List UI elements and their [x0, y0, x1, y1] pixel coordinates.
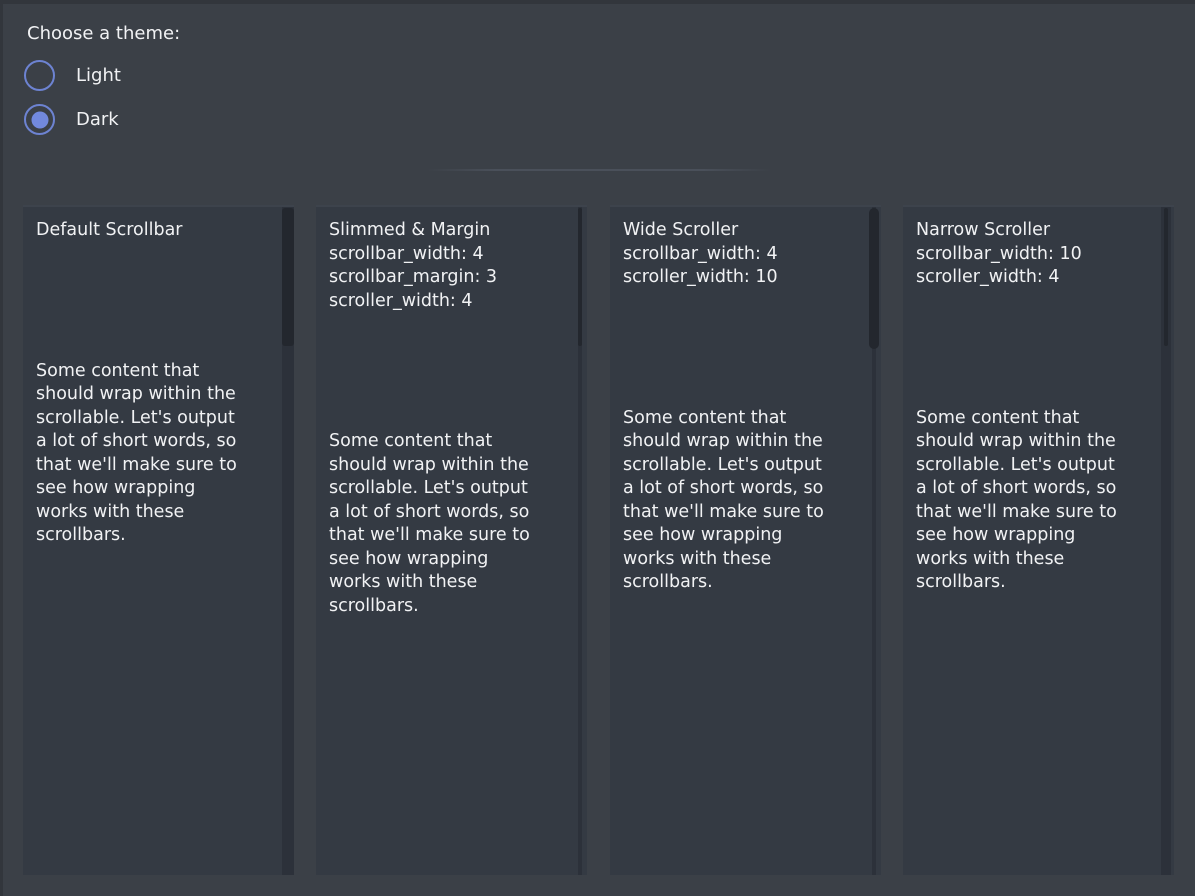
spacer — [623, 290, 865, 407]
panel-slimmed-margin[interactable]: Slimmed & Margin scrollbar_width: 4 scro… — [316, 205, 587, 875]
theme-option-light-label: Light — [76, 65, 121, 86]
theme-option-dark[interactable]: Dark — [24, 104, 119, 135]
spacer — [329, 313, 571, 430]
panel-title: Default Scrollbar — [36, 219, 278, 243]
theme-option-dark-label: Dark — [76, 109, 119, 130]
scrollbar-thumb[interactable] — [578, 208, 582, 346]
theme-option-light[interactable]: Light — [24, 60, 121, 91]
app-window: { "theme_chooser": { "label": "Choose a … — [0, 0, 1195, 896]
panel-text: Slimmed & Margin scrollbar_width: 4 scro… — [329, 219, 571, 618]
scrollbar-thumb[interactable] — [282, 208, 294, 346]
theme-chooser-label: Choose a theme: — [27, 23, 180, 45]
panel-narrow-scroller[interactable]: Narrow Scroller scrollbar_width: 10 scro… — [903, 205, 1174, 875]
panel-content: Some content that should wrap within the… — [36, 360, 278, 548]
panel-title: Slimmed & Margin — [329, 219, 571, 243]
spacer — [36, 243, 278, 360]
horizontal-divider — [427, 169, 771, 171]
panel-text: Narrow Scroller scrollbar_width: 10 scro… — [916, 219, 1158, 595]
panel-content: Some content that should wrap within the… — [623, 407, 865, 595]
panel-params: scrollbar_width: 4 scroller_width: 10 — [623, 243, 865, 290]
radio-selected-icon[interactable] — [24, 104, 55, 135]
panel-params: scrollbar_width: 4 scrollbar_margin: 3 s… — [329, 243, 571, 314]
panel-title: Wide Scroller — [623, 219, 865, 243]
panel-content: Some content that should wrap within the… — [916, 407, 1158, 595]
panel-default-scrollbar[interactable]: Default Scrollbar Some content that shou… — [23, 205, 294, 875]
panel-wide-scroller[interactable]: Wide Scroller scrollbar_width: 4 scrolle… — [610, 205, 881, 875]
panel-content: Some content that should wrap within the… — [329, 430, 571, 618]
radio-unselected-icon[interactable] — [24, 60, 55, 91]
panel-text: Default Scrollbar Some content that shou… — [36, 219, 278, 548]
panel-text: Wide Scroller scrollbar_width: 4 scrolle… — [623, 219, 865, 595]
panel-params: scrollbar_width: 10 scroller_width: 4 — [916, 243, 1158, 290]
scrollbar-thumb[interactable] — [1164, 208, 1168, 346]
scrollbar-thumb[interactable] — [869, 208, 879, 349]
spacer — [916, 290, 1158, 407]
panel-title: Narrow Scroller — [916, 219, 1158, 243]
